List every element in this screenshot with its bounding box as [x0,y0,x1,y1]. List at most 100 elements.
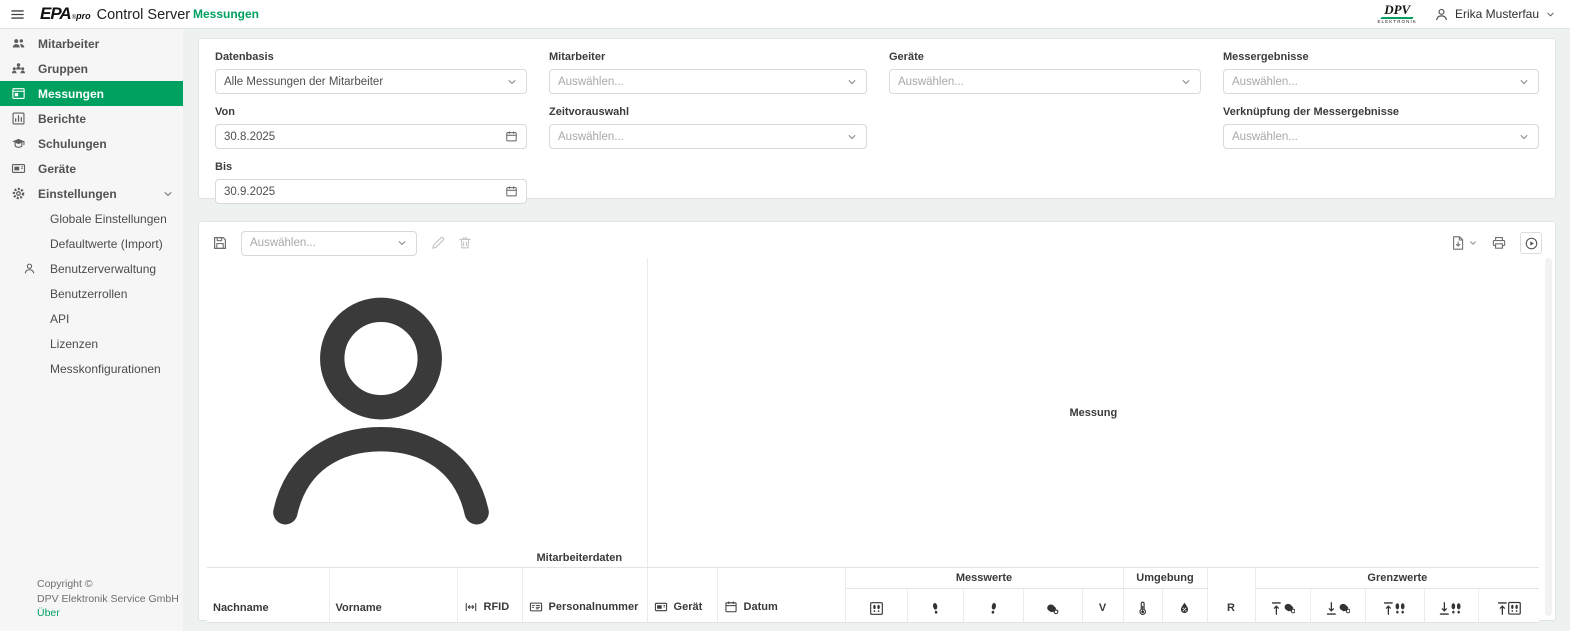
vertical-scrollbar[interactable] [1545,258,1552,616]
chevron-down-icon [1545,9,1556,20]
user-area: DPV ELEKTRONIK Erika Musterfau [1377,3,1570,25]
col-header-limit-max-wrist[interactable] [1255,589,1310,623]
devices-icon [11,161,26,176]
mitarbeiter-placeholder: Auswählen... [558,76,846,88]
field-messergebnisse: Messergebnisse Auswählen... [1223,51,1539,94]
sidebar-item-label: Schulungen [38,137,107,151]
col-header-wrist[interactable] [1023,589,1082,623]
measurements-icon [11,86,26,101]
von-label: Von [215,106,527,118]
geraete-label: Geräte [889,51,1201,63]
about-link[interactable]: Über [37,606,179,620]
bis-date-input[interactable]: 30.9.2025 [215,179,527,204]
sidebar-item-label: Geräte [38,162,76,176]
col-header-geraet[interactable]: Gerät [647,568,717,623]
col-header-vorname[interactable]: Vorname [329,568,457,623]
col-header-personalnummer[interactable]: Personalnummer [522,568,647,623]
humidity-icon [1177,601,1192,616]
field-datenbasis: Datenbasis Alle Messungen der Mitarbeite… [215,51,527,94]
person-icon [231,261,531,561]
view-select[interactable]: Auswählen... [241,231,417,256]
messergebnisse-placeholder: Auswählen... [1232,76,1518,88]
col-header-nachname[interactable]: Nachname [207,568,329,623]
sidebar-subitem-globale-einstellungen[interactable]: Globale Einstellungen [0,206,183,231]
cell-geraet: Endfertigung [647,623,717,631]
walk-test-icon [869,601,884,616]
sidebar-item-einstellungen[interactable]: Einstellungen [0,181,183,206]
calendar-icon[interactable] [505,185,518,198]
table-row[interactable]: LohmannJuergendb1254ce7...66Endfertigung… [207,623,1539,631]
datenbasis-select[interactable]: Alle Messungen der Mitarbeiter [215,69,527,94]
chevron-down-icon [846,76,858,88]
people-icon [11,36,26,51]
limit-min-wrist-icon [1326,601,1350,616]
sidebar-item-gruppen[interactable]: Gruppen [0,56,183,81]
col-header-walk[interactable] [845,589,907,623]
geraete-select[interactable]: Auswählen... [889,69,1201,94]
verknuepfung-select[interactable]: Auswählen... [1223,124,1539,149]
user-menu-button[interactable]: Erika Musterfau [1434,7,1556,22]
print-icon[interactable] [1491,235,1507,251]
run-query-button[interactable] [1520,232,1542,254]
export-button[interactable] [1450,235,1478,251]
sidebar-item-messungen[interactable]: Messungen [0,81,183,106]
col-header-limit-min-feet[interactable] [1424,589,1478,623]
col-header-rfid[interactable]: RFID [457,568,522,623]
user-name: Erika Musterfau [1455,7,1539,21]
col-header-foot_l[interactable] [907,589,963,623]
sidebar-item-label: Einstellungen [38,187,117,201]
chevron-down-icon [162,188,174,200]
sidebar-subitem-benutzerrollen[interactable]: Benutzerrollen [0,281,183,306]
sidebar-item-label: Gruppen [38,62,88,76]
topbar-nav-messungen[interactable]: Messungen [193,0,259,28]
col-header-temp[interactable] [1123,589,1162,623]
calendar-icon[interactable] [505,130,518,143]
sidebar-item-geraete[interactable]: Geräte [0,156,183,181]
view-select-placeholder: Auswählen... [250,237,396,249]
field-mitarbeiter: Mitarbeiter Auswählen... [549,51,867,94]
col-header-humidity[interactable] [1162,589,1207,623]
field-verknuepfung: Verknüpfung der Messergebnisse Auswählen… [1223,106,1539,149]
cell-result-status [1207,623,1255,631]
results-panel: Auswählen... MitarbeiterdatenMessungNach… [198,221,1556,621]
sidebar-subitem-api[interactable]: API [0,306,183,331]
von-date-input[interactable]: 30.8.2025 [215,124,527,149]
col-header-foot_r[interactable] [963,589,1023,623]
col-header-limit-min-wrist[interactable] [1310,589,1365,623]
col-header-limit-max-feet[interactable] [1365,589,1424,623]
grid-toolbar: Auswählen... [207,228,1547,258]
save-view-icon[interactable] [212,235,228,251]
col-header-datum[interactable]: Datum [717,568,845,623]
sidebar-subitem-lizenzen[interactable]: Lizenzen [0,331,183,356]
datenbasis-label: Datenbasis [215,51,527,63]
epa-logo-sub: pro [76,11,91,21]
verknuepfung-label: Verknüpfung der Messergebnisse [1223,106,1539,118]
edit-view-icon[interactable] [430,235,446,251]
sidebar-item-mitarbeiter[interactable]: Mitarbeiter [0,31,183,56]
app-title: Control Server [97,7,190,23]
field-geraete: Geräte Auswählen... [889,51,1201,94]
col-header-volt[interactable]: V [1082,589,1123,623]
cell-limit-3: 73.0 MΩ [1365,623,1424,631]
hamburger-menu-button[interactable] [0,0,34,28]
sidebar: Mitarbeiter Gruppen MessungenBerichte Schul… [0,29,183,631]
rfid-icon [464,600,478,614]
cell-measure [845,623,907,631]
sidebar-subitem-messkonfigurationen[interactable]: Messkonfigurationen [0,356,183,381]
cell-measure [1023,623,1082,631]
person-icon [23,262,36,275]
delete-view-icon[interactable] [457,235,473,251]
sidebar-item-schulungen[interactable]: Schulungen [0,131,183,156]
chevron-down-icon [1180,76,1192,88]
col-header-limit-max-walk[interactable] [1478,589,1539,623]
chevron-down-icon [846,131,858,143]
sidebar-item-berichte[interactable]: Berichte [0,106,183,131]
col-header-r[interactable]: R [1207,568,1255,623]
sidebar-subitem-defaultwerte-import[interactable]: Defaultwerte (Import) [0,231,183,256]
mitarbeiter-select[interactable]: Auswählen... [549,69,867,94]
sidebar-subitem-benutzerverwaltung[interactable]: Benutzerverwaltung [0,256,183,281]
messergebnisse-select[interactable]: Auswählen... [1223,69,1539,94]
zeitvorauswahl-select[interactable]: Auswählen... [549,124,867,149]
cell-measure [963,623,1023,631]
cell-datum: 03.09.2025 [717,623,845,631]
